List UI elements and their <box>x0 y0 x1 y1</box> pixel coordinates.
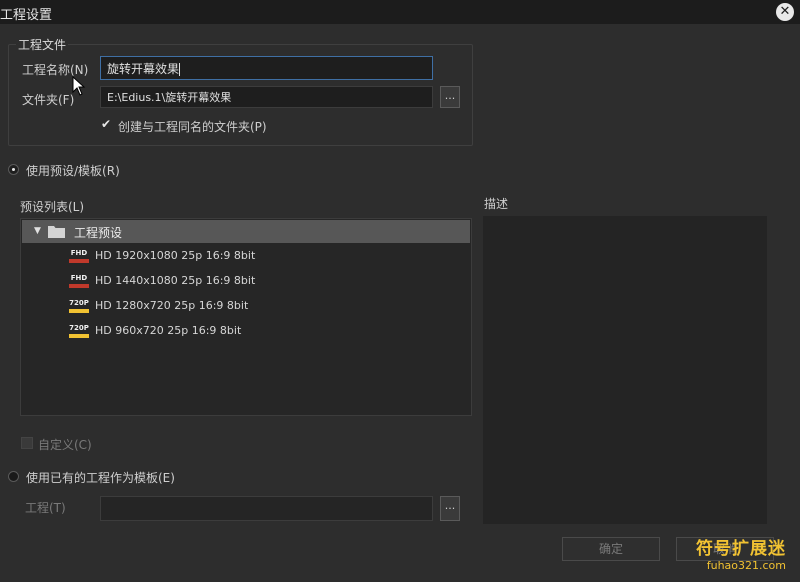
folder-path-input[interactable]: E:\Edius.1\旋转开幕效果 <box>100 86 433 108</box>
ok-button[interactable]: 确定 <box>562 537 660 561</box>
close-icon[interactable]: ✕ <box>776 3 794 21</box>
preset-item-720p-960[interactable]: 720P HD 960x720 25p 16:9 8bit <box>69 322 469 344</box>
folder-label: 文件夹(F) <box>22 93 75 107</box>
preset-root-label: 工程预设 <box>74 226 123 240</box>
text-caret <box>179 63 181 76</box>
preset-list[interactable]: ▼ 工程预设 FHD HD 1920x1080 25p 16:9 8bit FH… <box>20 218 472 416</box>
preset-item-fhd-1920[interactable]: FHD HD 1920x1080 25p 16:9 8bit <box>69 247 469 269</box>
720p-badge-icon: 720P <box>69 324 89 338</box>
folder-browse-button[interactable]: ... <box>440 86 460 108</box>
description-box <box>483 216 767 524</box>
use-preset-radio[interactable] <box>8 164 19 175</box>
title-bar: 工程设置 ✕ <box>0 0 800 24</box>
watermark: 符号扩展迷 fuhao321.com <box>696 534 786 572</box>
fhd-badge-icon: FHD <box>69 274 89 288</box>
project-file-group-label: 工程文件 <box>16 36 69 53</box>
project-name-input[interactable]: 旋转开幕效果 <box>100 56 433 80</box>
preset-label: HD 1440x1080 25p 16:9 8bit <box>95 274 256 287</box>
preset-label: HD 960x720 25p 16:9 8bit <box>95 324 242 337</box>
preset-list-label: 预设列表(L) <box>20 200 85 214</box>
watermark-main: 符号扩展迷 <box>696 539 786 559</box>
create-folder-checkbox[interactable]: ✔ <box>101 117 111 131</box>
use-existing-template-label: 使用已有的工程作为模板(E) <box>26 471 175 485</box>
window-title: 工程设置 <box>0 8 53 23</box>
use-preset-label: 使用预设/模板(R) <box>26 164 120 178</box>
use-existing-template-radio[interactable] <box>8 471 19 482</box>
preset-label: HD 1920x1080 25p 16:9 8bit <box>95 249 256 262</box>
preset-label: HD 1280x720 25p 16:9 8bit <box>95 299 249 312</box>
project-template-browse-button[interactable]: ... <box>440 496 460 521</box>
720p-badge-icon: 720P <box>69 299 89 313</box>
project-template-input[interactable] <box>100 496 433 521</box>
folder-icon <box>48 226 65 238</box>
watermark-sub: fuhao321.com <box>706 559 786 572</box>
preset-item-fhd-1440[interactable]: FHD HD 1440x1080 25p 16:9 8bit <box>69 272 469 294</box>
project-template-label: 工程(T) <box>25 501 66 515</box>
project-name-value: 旋转开幕效果 <box>107 62 180 76</box>
custom-checkbox[interactable] <box>21 437 33 449</box>
fhd-badge-icon: FHD <box>69 249 89 263</box>
preset-item-720p-1280[interactable]: 720P HD 1280x720 25p 16:9 8bit <box>69 297 469 319</box>
create-folder-label: 创建与工程同名的文件夹(P) <box>118 120 267 134</box>
preset-tree-root[interactable]: ▼ 工程预设 <box>22 220 470 243</box>
custom-label: 自定义(C) <box>38 438 92 452</box>
description-label: 描述 <box>484 197 509 211</box>
expand-triangle-icon[interactable]: ▼ <box>34 226 41 236</box>
